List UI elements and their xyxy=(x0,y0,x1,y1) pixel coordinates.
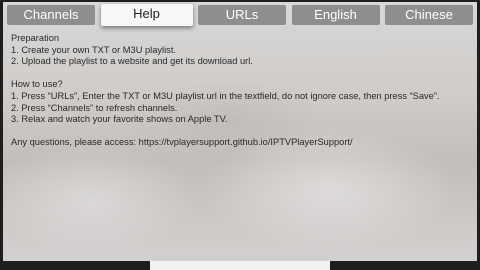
usage-step: 1. Press “URLs”, Enter the TXT or M3U pl… xyxy=(11,90,440,101)
usage-step: 3. Relax and watch your favorite shows o… xyxy=(11,114,228,125)
tab-help[interactable]: Help xyxy=(100,4,193,26)
preparation-heading: Preparation xyxy=(11,33,60,43)
usage-heading: How to use? xyxy=(11,79,63,90)
tab-urls[interactable]: URLs xyxy=(198,5,286,25)
usage-step: 2. Press “Channels” to refresh channels. xyxy=(11,102,178,113)
tab-chinese[interactable]: Chinese xyxy=(385,5,473,25)
preparation-step: 1. Create your own TXT or M3U playlist. xyxy=(11,44,176,55)
top-tab-bar: Channels Help URLs English Chinese xyxy=(7,4,473,26)
tv-screen: Channels Help URLs English Chinese Prepa… xyxy=(0,0,480,270)
help-content: Preparation 1. Create your own TXT or M3… xyxy=(11,33,469,149)
tab-channels[interactable]: Channels xyxy=(7,5,95,25)
tab-english[interactable]: English xyxy=(291,5,380,25)
tv-stand xyxy=(150,261,330,270)
preparation-step: 2. Upload the playlist to a website and … xyxy=(11,56,253,67)
support-line: Any questions, please access: https://tv… xyxy=(11,137,353,148)
